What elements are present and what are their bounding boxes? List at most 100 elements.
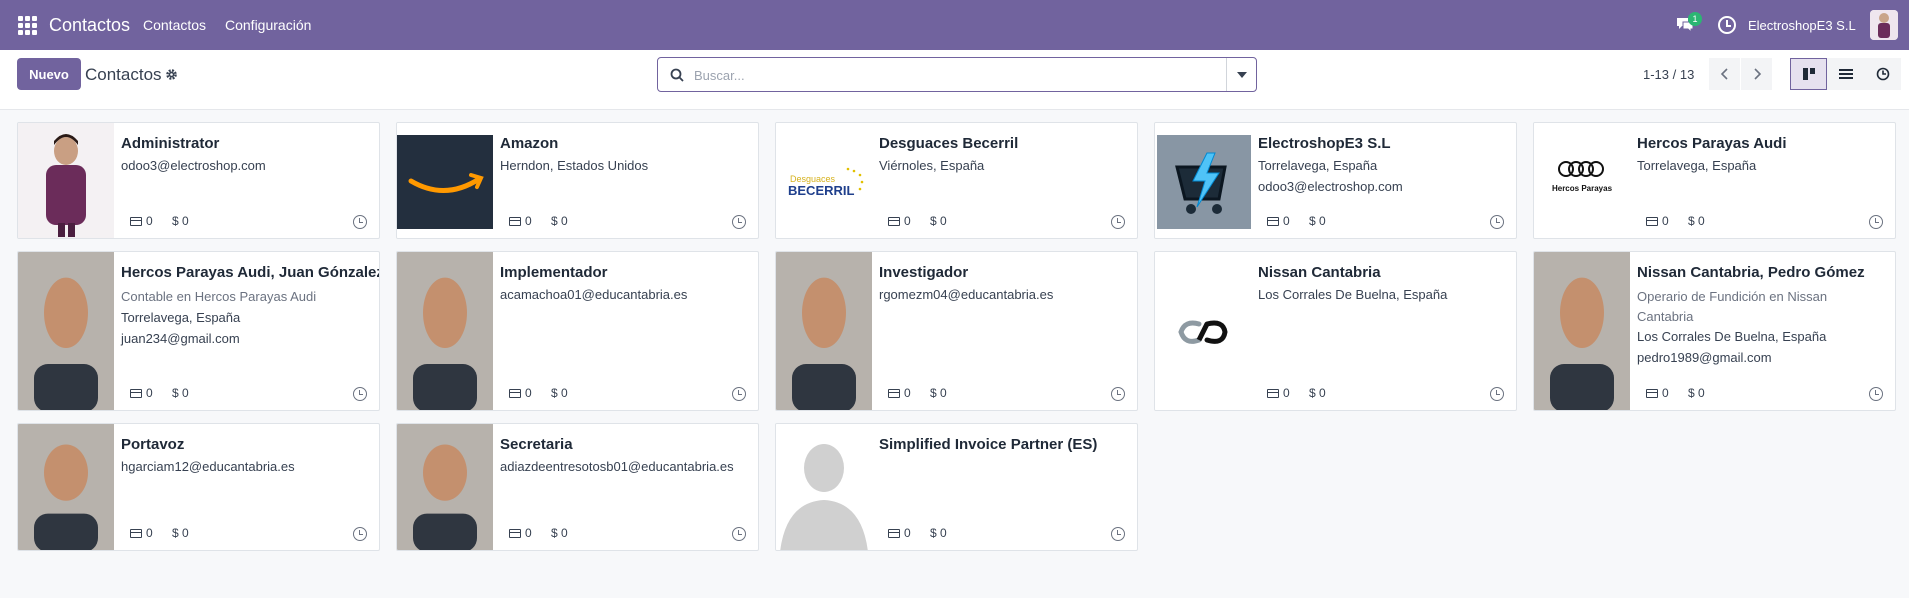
contact-card[interactable]: Investigador rgomezm04@educantabria.es 0 $ …: [775, 251, 1138, 411]
chevron-left-icon: [1720, 68, 1728, 80]
contact-detail: hgarciam12@educantabria.es: [121, 459, 295, 474]
svg-text:BECERRIL: BECERRIL: [788, 183, 855, 198]
company-switcher[interactable]: ElectroshopE3 S.L: [1748, 18, 1856, 33]
search-input[interactable]: [694, 64, 1214, 86]
activity-clock-icon[interactable]: [1869, 215, 1883, 229]
kanban-view-button[interactable]: [1790, 58, 1827, 90]
contact-detail: odoo3@electroshop.com: [121, 158, 266, 173]
contact-card[interactable]: Nissan Cantabria Los Corrales De Buelna, …: [1154, 251, 1517, 411]
company-logo: Hercos Parayas: [1534, 123, 1630, 238]
bank-count: 0: [1662, 214, 1669, 228]
bank-accounts-count: 0: [509, 386, 532, 400]
menu-configuracion[interactable]: Configuración: [225, 17, 311, 33]
pager-next-button[interactable]: [1741, 58, 1772, 90]
app-name[interactable]: Contactos: [49, 15, 130, 36]
bank-accounts-count: 0: [1267, 214, 1290, 228]
bank-count: 0: [525, 526, 532, 540]
contact-card[interactable]: Hercos Parayas Audi, Juan Gónzalez Contab…: [17, 251, 380, 411]
contact-name: Portavoz: [121, 436, 185, 453]
activity-clock-icon[interactable]: [353, 387, 367, 401]
bank-count: 0: [146, 214, 153, 228]
contact-detail: juan234@gmail.com: [121, 331, 240, 346]
list-view-button[interactable]: [1827, 58, 1864, 90]
contact-card[interactable]: Desguaces BECERRIL Desguaces Becerril Viérn…: [775, 122, 1138, 239]
contact-card[interactable]: Administrator odoo3@electroshop.com 0 $ 0: [17, 122, 380, 239]
contact-detail: Herndon, Estados Unidos: [500, 158, 649, 173]
contact-avatar: [18, 424, 114, 550]
chat-badge: 1: [1688, 12, 1702, 26]
contact-avatar: [1534, 252, 1630, 410]
activity-clock-icon[interactable]: [732, 215, 746, 229]
contact-name: Nissan Cantabria: [1258, 264, 1381, 281]
activity-clock-icon[interactable]: [1111, 387, 1125, 401]
activity-clock-icon[interactable]: [353, 215, 367, 229]
contact-detail: Torrelavega, España: [1258, 158, 1378, 173]
bank-accounts-count: 0: [888, 526, 911, 540]
kanban-icon: [1802, 68, 1815, 80]
activity-clock-icon[interactable]: [1490, 387, 1504, 401]
contact-detail: Torrelavega, España: [1637, 158, 1757, 173]
search-options-toggle[interactable]: [1226, 58, 1256, 91]
contact-name: Investigador: [879, 264, 969, 281]
activity-clock-icon[interactable]: [1718, 16, 1736, 34]
contact-detail: adiazdeentresotosb01@educantabria.es: [500, 459, 734, 474]
bank-card-icon: [1646, 388, 1658, 398]
bank-accounts-count: 0: [888, 214, 911, 228]
contact-avatar: [776, 252, 872, 410]
bank-card-icon: [1267, 388, 1279, 398]
bank-count: 0: [904, 526, 911, 540]
contact-name: Desguaces Becerril: [879, 135, 1019, 152]
top-navbar: Contactos Contactos Configuración 1 Elec…: [0, 0, 1909, 50]
contact-card[interactable]: Portavoz hgarciam12@educantabria.es 0 $ 0: [17, 423, 380, 551]
activity-clock-icon[interactable]: [732, 527, 746, 541]
activity-view-button[interactable]: [1864, 58, 1901, 90]
contact-card[interactable]: Secretaria adiazdeentresotosb01@educantab…: [396, 423, 759, 551]
apps-menu-icon[interactable]: [18, 16, 37, 35]
bank-card-icon: [888, 388, 900, 398]
activity-clock-icon[interactable]: [1111, 215, 1125, 229]
contact-name: Amazon: [500, 135, 559, 152]
contact-card[interactable]: Implementador acamachoa01@educantabria.es…: [396, 251, 759, 411]
activity-clock-icon[interactable]: [1490, 215, 1504, 229]
contact-card[interactable]: Simplified Invoice Partner (ES) 0 $ 0: [775, 423, 1138, 551]
contact-name: Administrator: [121, 135, 220, 152]
menu-contactos[interactable]: Contactos: [143, 17, 206, 33]
contact-card[interactable]: Amazon Herndon, Estados Unidos 0 $ 0: [396, 122, 759, 239]
search-bar: [657, 57, 1257, 92]
amount-due: $ 0: [551, 386, 568, 400]
chevron-right-icon: [1753, 68, 1761, 80]
contact-job: Contable en Hercos Parayas Audi: [121, 289, 317, 304]
pager-value[interactable]: 1-13 / 13: [1643, 67, 1694, 82]
amount-due: $ 0: [172, 386, 189, 400]
amount-due: $ 0: [930, 386, 947, 400]
contact-avatar: [18, 252, 114, 410]
bank-card-icon: [509, 528, 521, 538]
amount-due: $ 0: [172, 214, 189, 228]
activity-clock-icon[interactable]: [353, 527, 367, 541]
pager-previous-button[interactable]: [1709, 58, 1740, 90]
contact-name: ElectroshopE3 S.L: [1258, 135, 1391, 152]
contact-avatar: [397, 424, 493, 550]
bank-card-icon: [888, 216, 900, 226]
new-button[interactable]: Nuevo: [17, 58, 81, 90]
contact-card[interactable]: ElectroshopE3 S.L Torrelavega, España odoo…: [1154, 122, 1517, 239]
contact-detail: Los Corrales De Buelna, España: [1637, 329, 1827, 344]
amount-due: $ 0: [930, 526, 947, 540]
company-logo: [397, 123, 493, 238]
company-logo: [1155, 123, 1251, 238]
amount-due: $ 0: [930, 214, 947, 228]
bank-accounts-count: 0: [1646, 386, 1669, 400]
bank-card-icon: [130, 388, 142, 398]
contact-name: Implementador: [500, 264, 608, 281]
contact-name: Hercos Parayas Audi: [1637, 135, 1787, 152]
activity-clock-icon[interactable]: [1869, 387, 1883, 401]
activity-clock-icon[interactable]: [1111, 527, 1125, 541]
activity-clock-icon[interactable]: [732, 387, 746, 401]
bank-accounts-count: 0: [130, 526, 153, 540]
contact-card[interactable]: Hercos Parayas Hercos Parayas Audi Torrela…: [1533, 122, 1896, 239]
contact-card[interactable]: Nissan Cantabria, Pedro Gómez Operario de…: [1533, 251, 1896, 411]
bank-accounts-count: 0: [888, 386, 911, 400]
bank-accounts-count: 0: [509, 526, 532, 540]
gear-icon[interactable]: [165, 68, 178, 81]
user-avatar[interactable]: [1870, 10, 1898, 40]
